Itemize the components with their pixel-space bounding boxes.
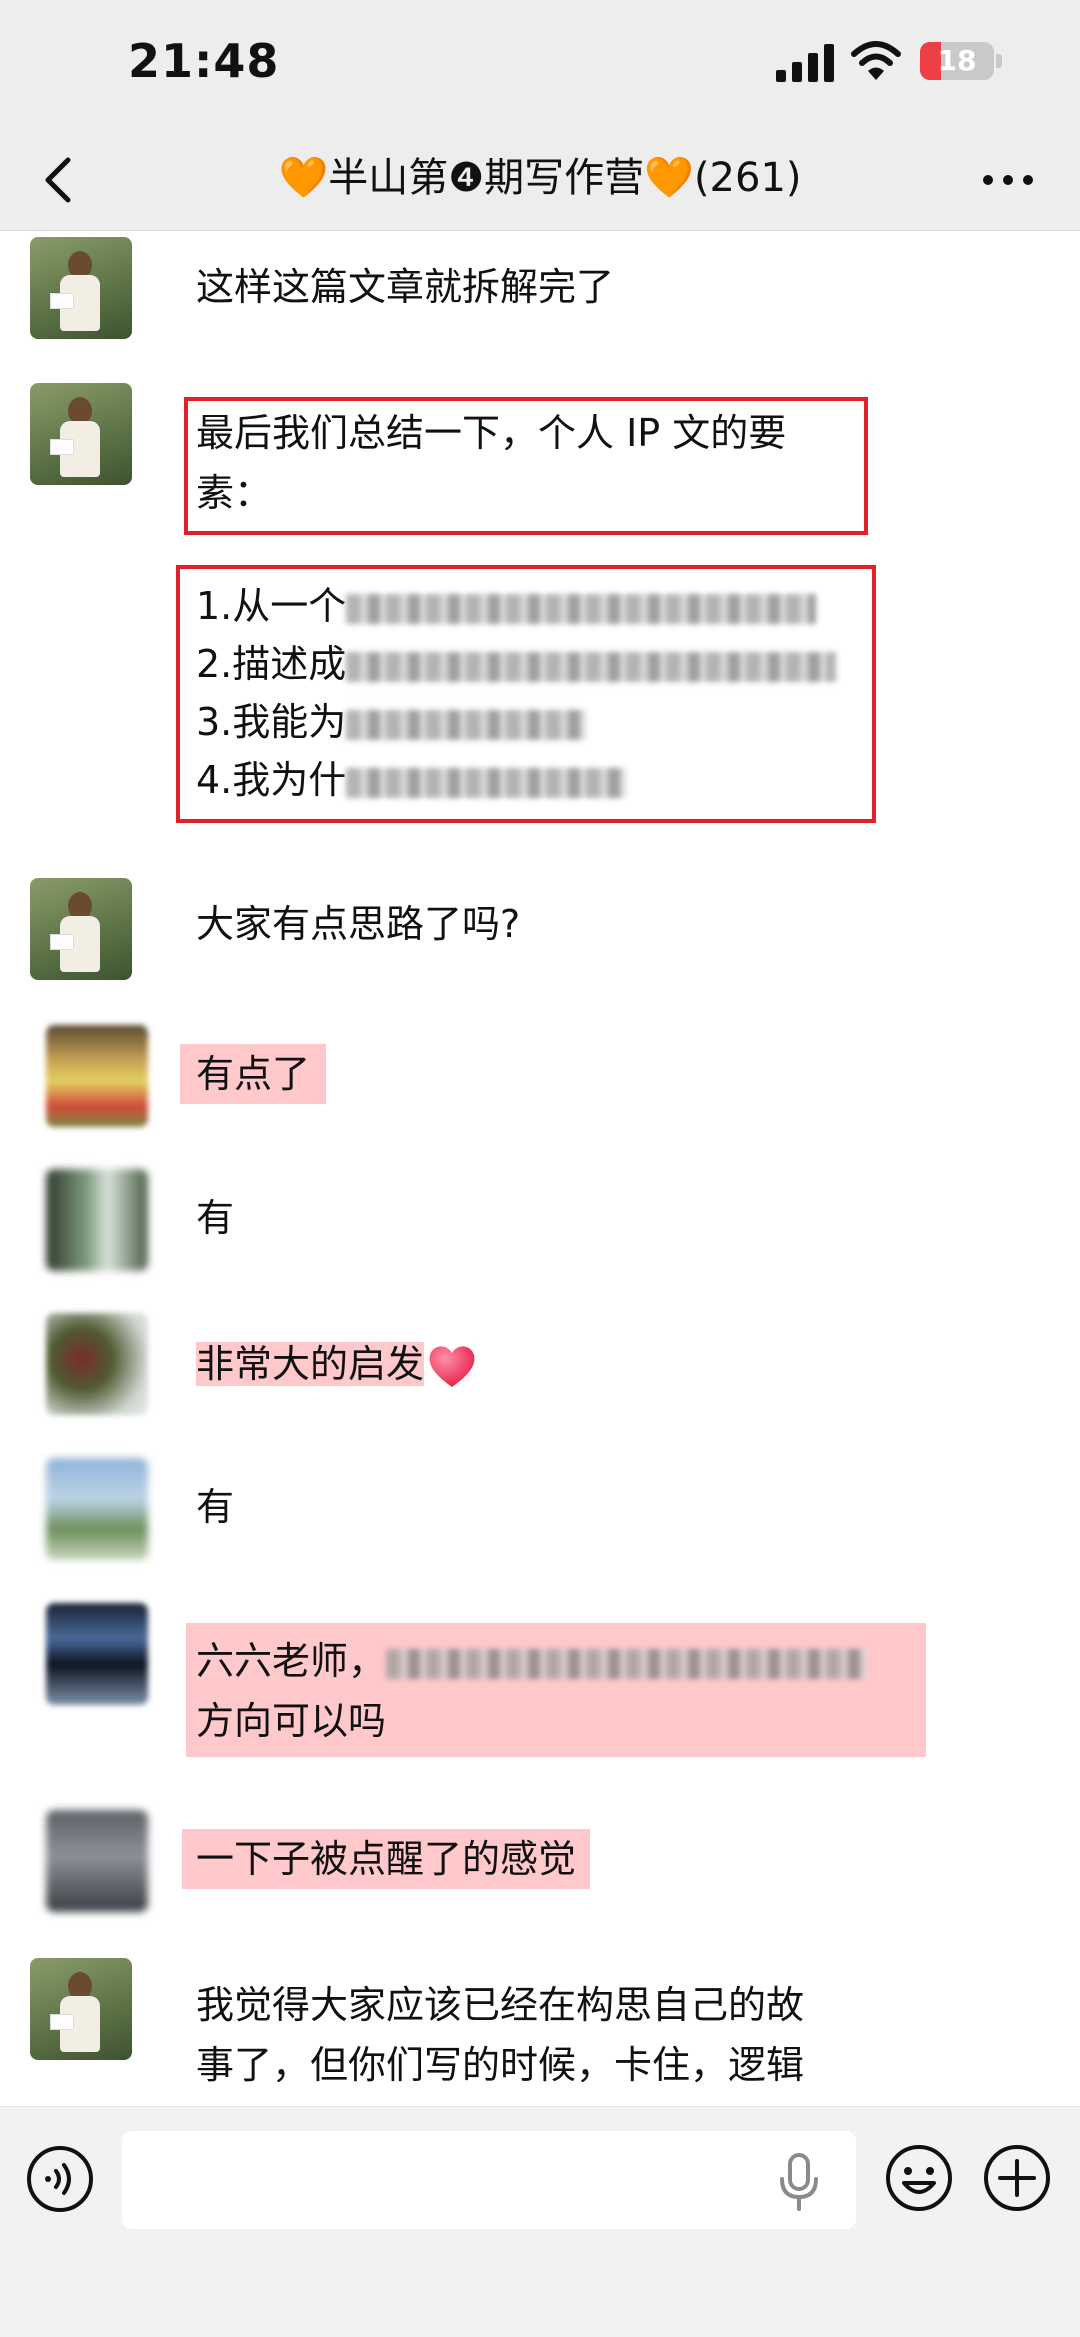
- message-text: 有: [196, 1196, 235, 1240]
- input-bar: [0, 2106, 1080, 2337]
- avatar-teacher[interactable]: [30, 878, 132, 980]
- avatar-member[interactable]: [46, 1810, 148, 1912]
- nav-bar: 🧡半山第❹期写作营🧡(261): [0, 130, 1080, 231]
- avatar-teacher[interactable]: [30, 383, 132, 485]
- message-highlighted: 非常大的启发: [196, 1334, 478, 1394]
- avatar-member[interactable]: [46, 1025, 148, 1127]
- message-input[interactable]: [122, 2131, 856, 2229]
- list-item-text: 1.从一个: [196, 584, 347, 628]
- voice-icon[interactable]: [26, 2145, 94, 2213]
- message-highlight-text: 非常大的启发: [196, 1342, 425, 1386]
- message-text: 有: [196, 1485, 235, 1529]
- redacted-text: [346, 651, 837, 682]
- chat-title: 🧡半山第❹期写作营🧡(261): [278, 155, 802, 201]
- message-text-line: 方向可以吗: [196, 1699, 387, 1743]
- battery-icon: 18: [920, 42, 994, 80]
- battery-text: 18: [937, 44, 977, 77]
- avatar-figure-book: [50, 293, 74, 309]
- emoji-icon[interactable]: [884, 2143, 954, 2213]
- signal-icon: [776, 44, 834, 82]
- list-item-text: 4.我为什: [196, 758, 347, 802]
- redacted-text: [346, 593, 817, 624]
- message-text-line: 事了，但你们写的时候，卡住，逻辑: [196, 2043, 805, 2087]
- avatar-figure-book: [50, 2014, 74, 2030]
- avatar-member[interactable]: [46, 1458, 148, 1560]
- message-text-line: 我觉得大家应该已经在构思自己的故: [196, 1983, 805, 2027]
- message-text-part: 六六老师，: [196, 1639, 387, 1683]
- avatar-member[interactable]: [46, 1313, 148, 1415]
- plus-icon[interactable]: [982, 2143, 1052, 2213]
- message-text-line: 六六老师，: [196, 1631, 867, 1691]
- avatar-teacher[interactable]: [30, 1958, 132, 2060]
- redacted-text: [346, 767, 627, 798]
- list-item: 1.从一个: [196, 576, 817, 636]
- heart-icon: [429, 1345, 475, 1387]
- wifi-icon: [851, 41, 901, 80]
- battery-nub: [996, 54, 1002, 68]
- message-text-line: 素：: [196, 471, 273, 515]
- avatar-member[interactable]: [46, 1169, 148, 1271]
- list-item-text: 3.我能为: [196, 700, 347, 744]
- message-highlighted: 一下子被点醒了的感觉: [182, 1829, 591, 1889]
- message-text-line: 最后我们总结一下，个人 IP 文的要: [196, 411, 787, 455]
- message-highlighted: 有点了: [180, 1044, 327, 1104]
- redacted-text: [346, 709, 587, 740]
- status-time: 21:48: [128, 34, 280, 88]
- status-bar: 21:48 18: [0, 0, 1080, 130]
- avatar-figure-book: [50, 934, 74, 950]
- avatar-figure-book: [50, 439, 74, 455]
- list-item: 2.描述成: [196, 634, 837, 694]
- list-item: 4.我为什: [196, 750, 627, 810]
- message-text: 大家有点思路了吗?: [196, 902, 521, 946]
- avatar-teacher[interactable]: [30, 237, 132, 339]
- avatar-member[interactable]: [46, 1603, 148, 1705]
- ellipsis-icon[interactable]: [980, 160, 1036, 200]
- chat-messages[interactable]: 这样这篇文章就拆解完了 最后我们总结一下，个人 IP 文的要 素： 1.从一个 …: [0, 231, 1080, 2106]
- mic-icon[interactable]: [776, 2153, 822, 2211]
- chevron-left-icon[interactable]: [38, 152, 78, 208]
- redacted-text: [386, 1648, 867, 1679]
- list-item: 3.我能为: [196, 692, 587, 752]
- list-item-text: 2.描述成: [196, 642, 347, 686]
- message-text: 这样这篇文章就拆解完了: [196, 265, 615, 309]
